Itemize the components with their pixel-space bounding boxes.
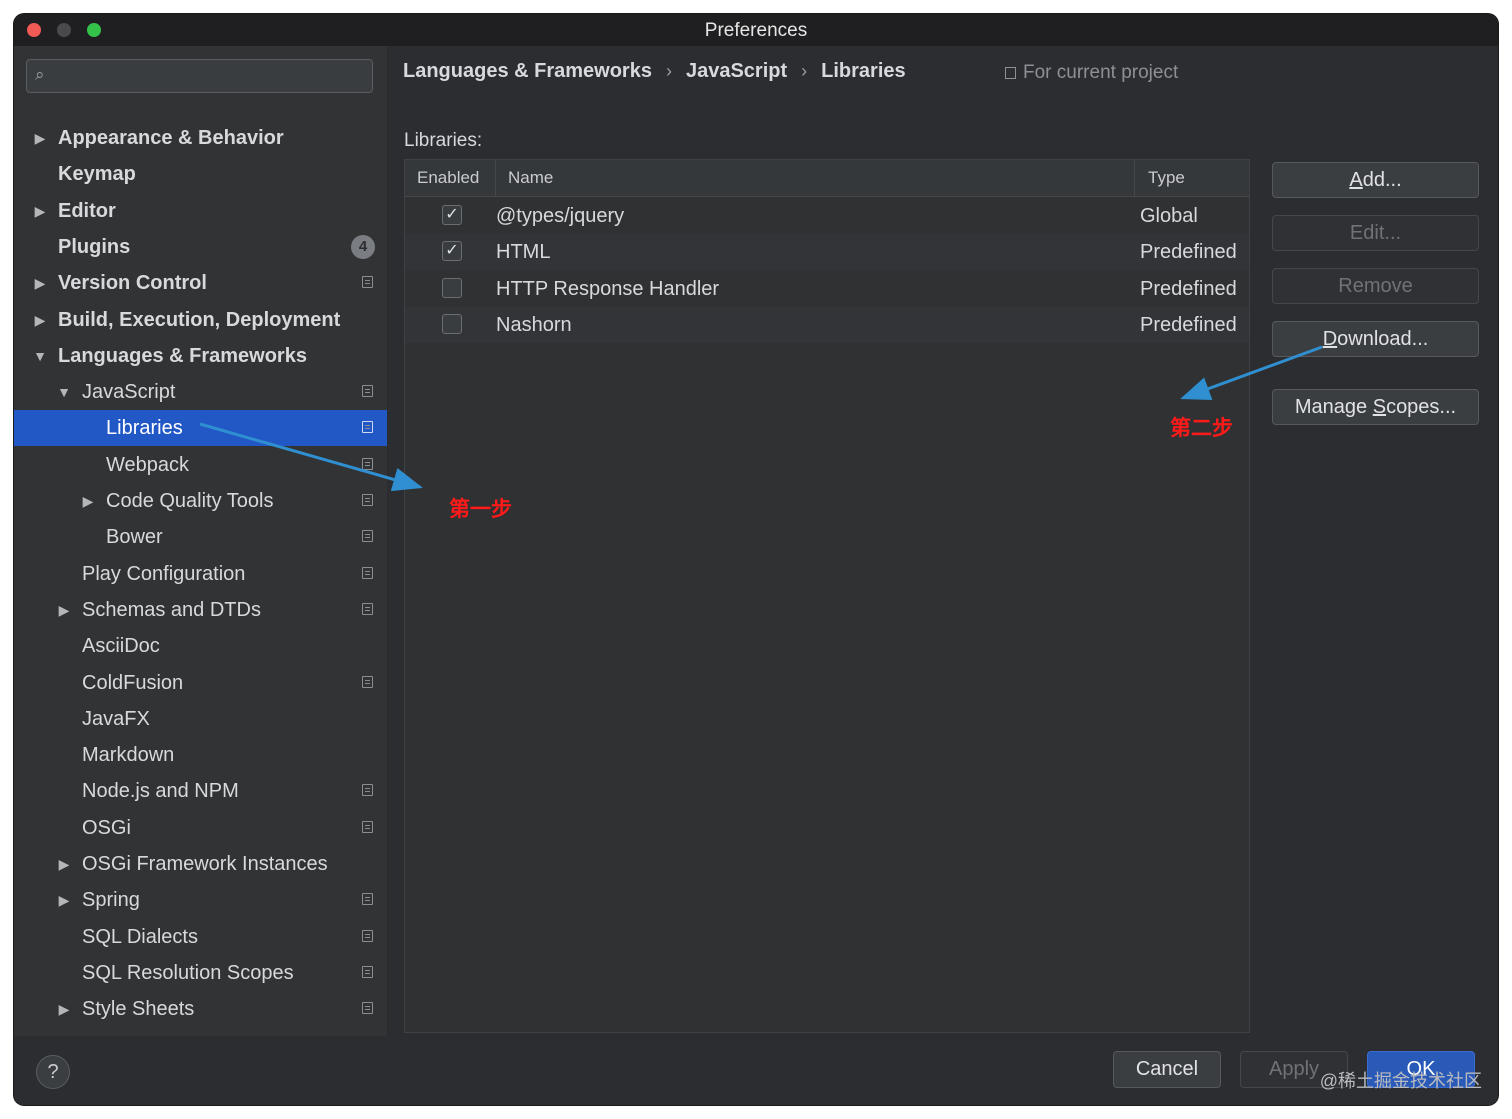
step1-arrow bbox=[199, 422, 423, 492]
annotation-overlay bbox=[199, 345, 1323, 492]
step2-annotation: 第二步 bbox=[1170, 417, 1233, 440]
step1-annotation: 第一步 bbox=[449, 498, 512, 521]
watermark: @稀土掘金技术社区 bbox=[1319, 1071, 1482, 1091]
step2-arrow bbox=[1180, 345, 1323, 400]
